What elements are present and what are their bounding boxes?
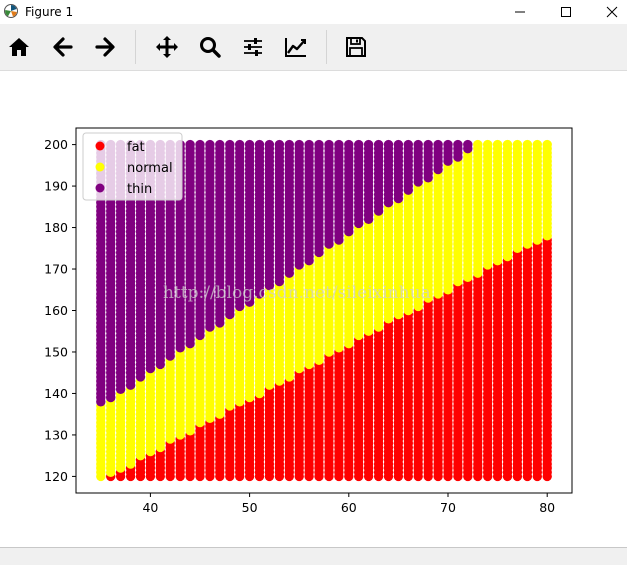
pan-button[interactable] [154,34,180,60]
data-point-thin [354,139,364,150]
legend-label-normal: normal [127,161,173,176]
minimize-icon [515,11,525,13]
data-point-thin [433,139,443,150]
data-point-thin [314,139,324,150]
arrow-right-icon [95,37,115,57]
data-point-thin [254,139,265,150]
y-tick-label: 160 [44,303,68,318]
data-point-thin [195,139,205,150]
data-point-normal [502,139,513,150]
x-tick-label: 80 [539,500,555,515]
legend-label-fat: fat [127,140,145,155]
y-tick-label: 140 [44,386,68,401]
y-tick-label: 180 [44,220,68,235]
y-tick-label: 200 [44,137,68,152]
data-point-thin [443,139,453,150]
data-point-thin [324,139,334,150]
floppy-disk-icon [346,37,366,57]
line-chart-icon [285,38,306,57]
data-point-thin [373,139,384,150]
x-tick-label: 50 [242,500,258,515]
data-point-thin [383,139,394,150]
data-point-normal [532,139,542,150]
data-point-normal [492,139,503,150]
data-point-thin [215,139,225,150]
data-point-thin [363,139,374,150]
data-point-normal [512,139,523,150]
home-button[interactable] [6,34,32,60]
data-point-normal [542,139,552,150]
y-tick-label: 120 [44,469,68,484]
data-point-thin [284,139,294,150]
scatter-chart: http://blog.csdn.net/sileixinhua 40 50 60 7… [44,127,573,515]
matplotlib-app-icon [4,4,18,18]
x-tick-label: 70 [440,500,456,515]
data-point-normal [473,139,483,150]
back-button[interactable] [50,34,76,60]
sliders-icon [244,38,262,56]
data-point-normal [483,139,493,150]
toolbar-separator [135,30,136,64]
status-bar [0,547,627,565]
configure-subplots-button[interactable] [240,34,266,60]
save-button[interactable] [343,34,369,60]
close-icon [606,6,618,18]
watermark-text: http://blog.csdn.net/sileixinhua [163,283,431,303]
data-point-thin [274,139,285,150]
edit-axes-button[interactable] [283,34,309,60]
navigation-toolbar [0,24,627,71]
data-point-thin [334,139,344,150]
maximize-button[interactable] [543,0,589,24]
data-point-thin [344,139,354,150]
y-tick-label: 170 [44,262,68,277]
legend-marker-thin [95,183,105,193]
forward-button[interactable] [92,34,118,60]
legend-marker-normal [95,162,105,172]
data-point-thin [423,139,433,150]
maximize-icon [561,7,571,17]
data-point-thin [463,139,473,150]
arrow-left-icon [53,37,73,57]
move-icon [156,36,178,58]
minimize-button[interactable] [497,0,543,24]
data-point-normal [522,139,533,150]
data-point-thin [453,139,463,150]
data-point-thin [185,139,195,150]
data-point-thin [393,139,404,150]
legend-marker-fat [95,141,105,151]
data-point-thin [244,139,255,150]
y-tick-label: 150 [44,344,68,359]
data-point-thin [403,139,413,150]
data-point-thin [225,139,235,150]
data-point-thin [304,139,314,150]
toolbar-separator [326,30,327,64]
data-point-thin [235,139,245,150]
data-point-thin [264,139,275,150]
x-tick-label: 40 [142,500,158,515]
magnifier-icon [200,37,221,58]
legend: fat normal thin [82,132,183,201]
y-tick-label: 190 [44,179,68,194]
window-title: Figure 1 [25,5,74,19]
zoom-button[interactable] [197,34,223,60]
y-tick-label: 130 [44,427,68,442]
figure-canvas[interactable]: http://blog.csdn.net/sileixinhua 40 50 60 7… [0,71,627,547]
title-bar: Figure 1 [0,0,627,24]
data-point-thin [413,139,423,150]
data-point-thin [294,139,304,150]
legend-label-thin: thin [127,182,152,197]
data-point-thin [205,139,215,150]
home-icon [9,38,29,56]
close-button[interactable] [589,0,627,24]
x-tick-label: 60 [341,500,357,515]
